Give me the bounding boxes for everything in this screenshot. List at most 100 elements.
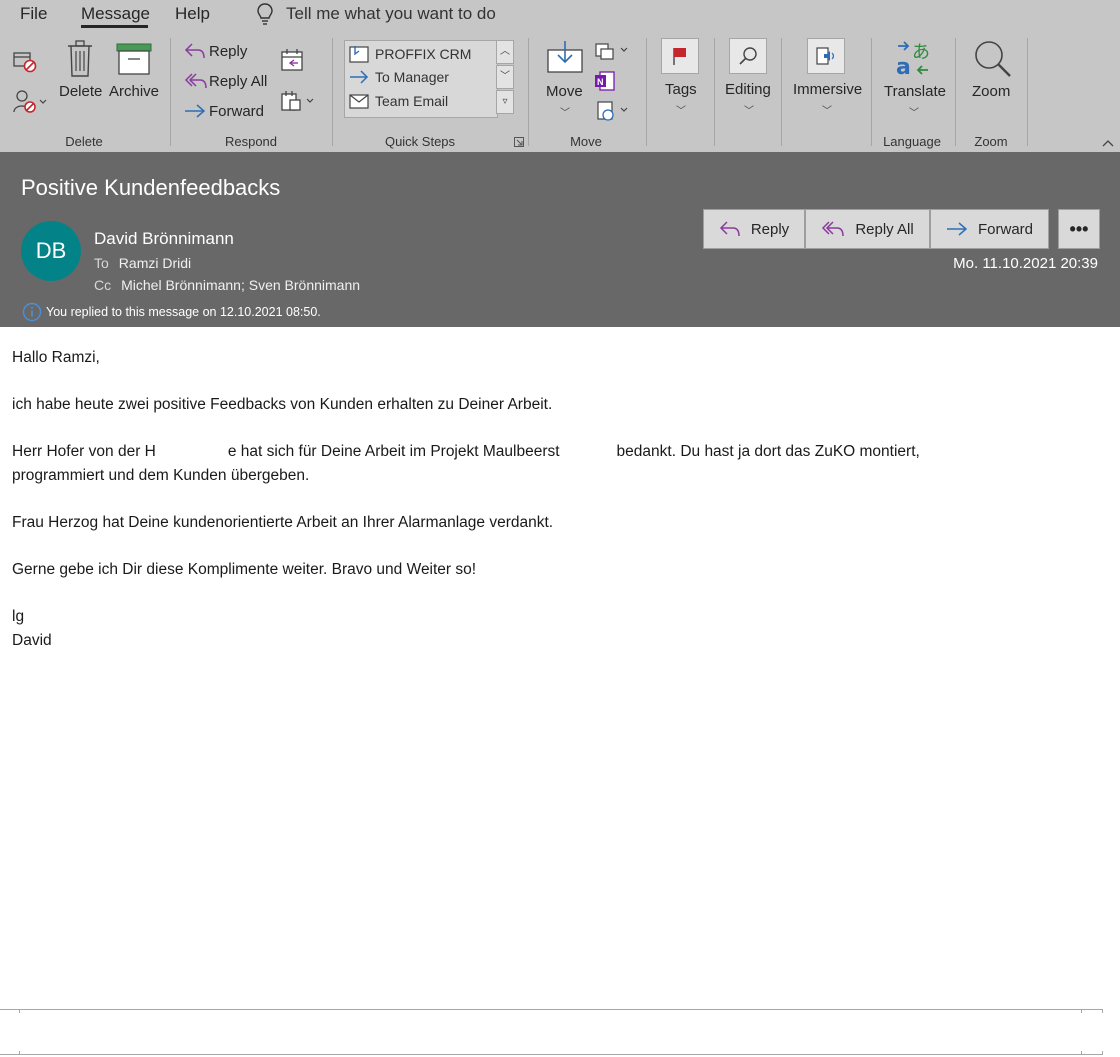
body-paragraph: Herr Hofer von der H e hat sich für Deine…: [12, 440, 1102, 464]
quick-steps-scroll-down[interactable]: ﹀: [496, 65, 514, 89]
translate-icon[interactable]: a あ: [894, 40, 932, 78]
reply-button[interactable]: Reply: [703, 209, 805, 249]
quick-steps-gallery: PROFFIX CRM To Manager Team Email: [344, 40, 498, 118]
dialog-launcher-icon[interactable]: [514, 137, 524, 147]
divider: [19, 1051, 20, 1055]
body-greeting: Hallo Ramzi,: [12, 349, 100, 366]
tab-help[interactable]: Help: [175, 4, 210, 24]
divider: [19, 1009, 20, 1013]
actions-icon[interactable]: [596, 100, 632, 122]
quick-step-label: PROFFIX CRM: [375, 46, 472, 62]
tell-me-text: Tell me what you want to do: [286, 4, 496, 23]
group-label-language: Language: [883, 134, 941, 149]
svg-text:a: a: [896, 55, 911, 78]
message-actions: Reply Reply All Forward: [703, 209, 1049, 249]
tags-button[interactable]: [661, 38, 699, 74]
reply-all-button[interactable]: Reply All: [805, 209, 930, 249]
immersive-button[interactable]: [807, 38, 845, 74]
chevron-down-icon: ﹀: [909, 108, 919, 119]
tab-message[interactable]: Message: [81, 4, 150, 24]
archive-icon[interactable]: [116, 43, 152, 75]
move-icon[interactable]: [546, 40, 584, 74]
group-label-delete: Delete: [65, 134, 103, 149]
body-text-segment: bedankt. Du hast ja dort das ZuKO montie…: [616, 443, 920, 460]
chevron-down-icon: ﹀: [676, 106, 686, 117]
active-tab-indicator: [81, 25, 148, 28]
quick-step-label: To Manager: [375, 69, 449, 85]
body-text-segment: e hat sich für Deine Arbeit im Projekt M…: [227, 443, 560, 460]
more-actions-button[interactable]: •••: [1058, 209, 1100, 249]
avatar[interactable]: DB: [21, 221, 81, 281]
translate-button[interactable]: Translate: [884, 83, 946, 100]
editing-button[interactable]: [729, 38, 767, 74]
flag-icon: [673, 48, 686, 65]
to-label: To: [94, 255, 109, 271]
divider: [1102, 1009, 1103, 1013]
ribbon-forward-button[interactable]: Forward: [209, 103, 264, 120]
reply-icon: [184, 43, 205, 59]
ribbon-separator: [714, 38, 715, 146]
message-body: Hallo Ramzi, ich habe heute zwei positiv…: [12, 346, 1102, 653]
archive-button[interactable]: Archive: [109, 83, 159, 100]
reply-all-icon: [822, 221, 845, 237]
tags-label: Tags: [665, 81, 697, 98]
forward-icon: [946, 222, 968, 236]
envelope-icon: [349, 94, 369, 109]
ribbon-separator: [332, 38, 333, 146]
rules-icon[interactable]: [594, 40, 632, 62]
more-respond-icon[interactable]: [280, 88, 318, 114]
reply-button-label: Reply: [750, 220, 790, 238]
cc-label: Cc: [94, 277, 112, 293]
quick-steps-expand[interactable]: ▿: [496, 90, 514, 114]
message-subject: Positive Kundenfeedbacks: [21, 175, 281, 200]
arrow-right-icon: [350, 70, 369, 84]
move-button[interactable]: Move: [546, 83, 583, 100]
body-closing: lg: [12, 608, 25, 625]
search-icon: [739, 47, 757, 65]
reply-all-icon: [184, 73, 207, 89]
delete-icon[interactable]: [66, 40, 94, 78]
forward-button[interactable]: Forward: [930, 209, 1049, 249]
sender-name[interactable]: David Brönnimann: [94, 229, 234, 249]
zoom-button[interactable]: Zoom: [972, 83, 1010, 100]
ribbon-separator: [781, 38, 782, 146]
body-paragraph: Frau Herzog hat Deine kundenorientierte …: [12, 514, 554, 531]
ribbon-separator: [871, 38, 872, 146]
delete-button[interactable]: Delete: [59, 83, 102, 100]
forward-icon: [185, 104, 206, 118]
cc-recipients[interactable]: Michel Brönnimann; Sven Brönnimann: [121, 277, 360, 293]
immersive-reader-icon: [816, 47, 835, 65]
reply-info-bar: You replied to this message on 12.10.202…: [22, 302, 321, 322]
chevron-down-icon: ﹀: [744, 106, 754, 117]
ribbon-separator: [170, 38, 171, 146]
divider: [0, 1009, 1103, 1010]
editing-label: Editing: [725, 81, 771, 98]
onenote-icon[interactable]: N: [594, 70, 616, 92]
immersive-label: Immersive: [793, 81, 863, 98]
divider: [1081, 1051, 1082, 1055]
ribbon-reply-all-button[interactable]: Reply All: [209, 73, 267, 90]
body-text-segment: Herr Hofer von der H: [12, 443, 156, 460]
quick-step-to-manager[interactable]: To Manager: [349, 69, 449, 85]
quick-step-proffix-crm[interactable]: PROFFIX CRM: [349, 45, 471, 63]
ribbon-tabs: File Message Help Tell me what you want …: [0, 0, 1120, 30]
ignore-icon[interactable]: [12, 50, 38, 74]
to-recipients[interactable]: Ramzi Dridi: [119, 255, 191, 271]
quick-steps-scroll-up[interactable]: ︿: [496, 40, 514, 64]
junk-icon[interactable]: [12, 88, 50, 114]
ribbon-reply-button[interactable]: Reply: [209, 43, 247, 60]
divider: [1102, 1051, 1103, 1055]
zoom-icon[interactable]: [973, 40, 1013, 78]
meeting-reply-icon[interactable]: [280, 48, 304, 74]
svg-text:あ: あ: [912, 42, 930, 63]
collapse-ribbon-icon[interactable]: [1101, 138, 1115, 148]
group-label-quick-steps: Quick Steps: [384, 134, 456, 149]
tab-file[interactable]: File: [20, 4, 47, 24]
tell-me-search[interactable]: Tell me what you want to do: [256, 2, 496, 26]
group-label-move: Move: [570, 134, 602, 149]
forward-button-label: Forward: [977, 220, 1033, 238]
info-icon: [22, 302, 42, 322]
ribbon-separator: [1027, 38, 1028, 146]
quick-step-team-email[interactable]: Team Email: [349, 93, 448, 109]
bottom-table-lines: [0, 1008, 1120, 1057]
